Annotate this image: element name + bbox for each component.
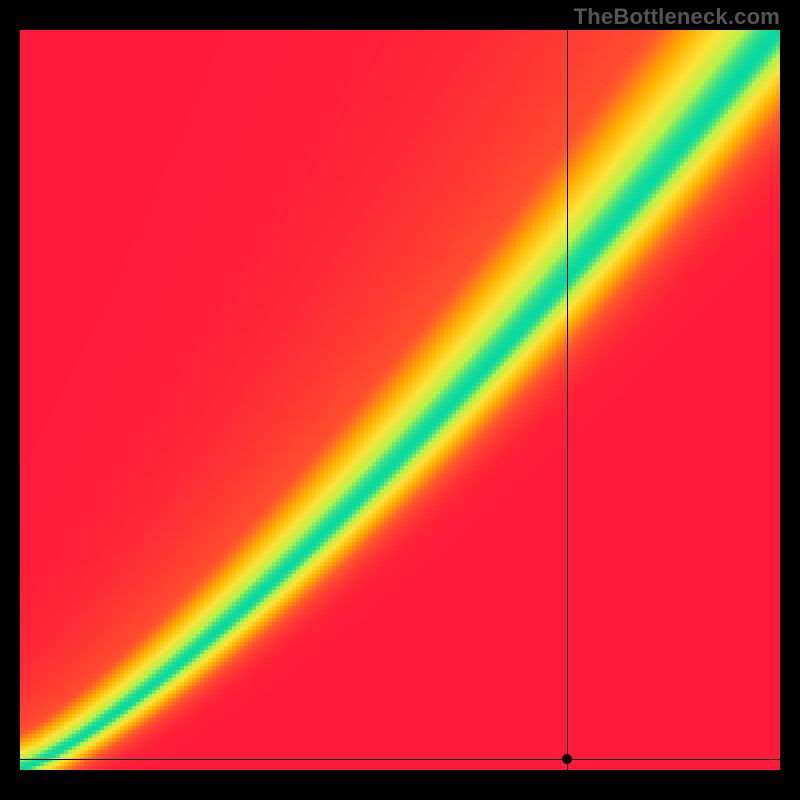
chart-frame: TheBottleneck.com bbox=[0, 0, 800, 800]
bottleneck-heatmap bbox=[20, 30, 780, 770]
marker-dot bbox=[562, 754, 572, 764]
crosshair-horizontal bbox=[20, 759, 780, 760]
crosshair-vertical bbox=[567, 30, 568, 770]
watermark-text: TheBottleneck.com bbox=[574, 4, 780, 30]
